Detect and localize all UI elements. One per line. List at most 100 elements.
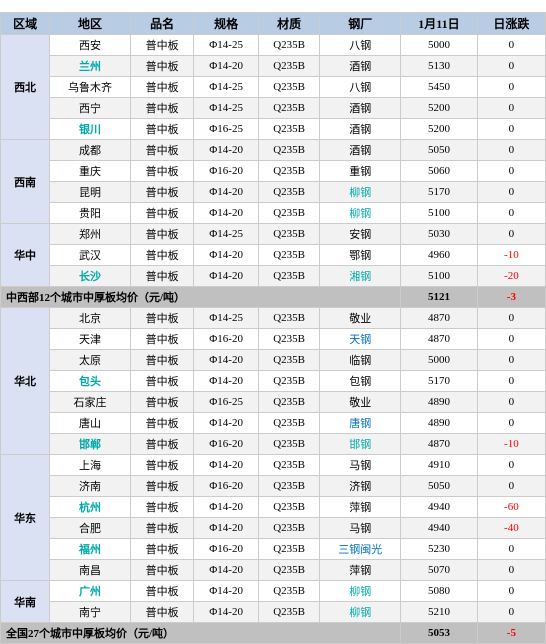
change-cell: 0 — [477, 560, 545, 581]
summary-price: 5121 — [401, 287, 478, 308]
table-row: 华东上海普中板Φ14-20Q235B马钢49100 — [1, 455, 546, 476]
change-cell: 0 — [477, 182, 545, 203]
column-header: 材质 — [258, 13, 319, 35]
product-cell: 普中板 — [130, 161, 193, 182]
material-cell: Q235B — [258, 119, 319, 140]
city-cell: 福州 — [50, 539, 131, 560]
column-header: 钢厂 — [320, 13, 401, 35]
steel-cell: 八钢 — [320, 35, 401, 56]
table-row: 南昌普中板Φ14-20Q235B萍钢50700 — [1, 560, 546, 581]
table-row: 兰州普中板Φ14-20Q235B酒钢51300 — [1, 56, 546, 77]
price-cell: 5100 — [401, 203, 478, 224]
table-row: 武汉普中板Φ14-20Q235B鄂钢4960-10 — [1, 245, 546, 266]
summary-label: 中西部12个城市中厚板均价（元/吨） — [1, 287, 401, 308]
price-cell: 4870 — [401, 308, 478, 329]
product-cell: 普中板 — [130, 371, 193, 392]
steel-cell: 临钢 — [320, 350, 401, 371]
change-cell: 0 — [477, 602, 545, 623]
price-cell: 4940 — [401, 497, 478, 518]
city-cell: 南昌 — [50, 560, 131, 581]
price-cell: 4960 — [401, 245, 478, 266]
price-cell: 5070 — [401, 560, 478, 581]
spec-cell: Φ16-20 — [194, 476, 259, 497]
price-cell: 4890 — [401, 392, 478, 413]
change-cell: 0 — [477, 224, 545, 245]
table-row: 杭州普中板Φ14-20Q235B萍钢4940-60 — [1, 497, 546, 518]
change-cell: -10 — [477, 245, 545, 266]
product-cell: 普中板 — [130, 119, 193, 140]
city-cell: 银川 — [50, 119, 131, 140]
product-cell: 普中板 — [130, 518, 193, 539]
material-cell: Q235B — [258, 329, 319, 350]
table-row: 乌鲁木齐普中板Φ14-25Q235B八钢54500 — [1, 77, 546, 98]
steel-cell: 柳钢 — [320, 203, 401, 224]
region-cell: 华东 — [1, 455, 50, 581]
price-cell: 5230 — [401, 539, 478, 560]
city-cell: 北京 — [50, 308, 131, 329]
product-cell: 普中板 — [130, 392, 193, 413]
product-cell: 普中板 — [130, 140, 193, 161]
steel-cell: 邯钢 — [320, 434, 401, 455]
price-cell: 4890 — [401, 413, 478, 434]
table-row: 唐山普中板Φ14-20Q235B唐钢48900 — [1, 413, 546, 434]
change-cell: 0 — [477, 98, 545, 119]
product-cell: 普中板 — [130, 203, 193, 224]
city-cell: 合肥 — [50, 518, 131, 539]
table-row: 天津普中板Φ16-20Q235B天钢48700 — [1, 329, 546, 350]
spec-cell: Φ14-20 — [194, 560, 259, 581]
table-row: 邯郸普中板Φ16-20Q235B邯钢4870-10 — [1, 434, 546, 455]
city-cell: 邯郸 — [50, 434, 131, 455]
spec-cell: Φ16-20 — [194, 434, 259, 455]
spec-cell: Φ14-20 — [194, 581, 259, 602]
summary-row: 全国27个城市中厚板均价（元/吨）5053-5 — [1, 623, 546, 644]
change-cell: 0 — [477, 413, 545, 434]
spec-cell: Φ16-25 — [194, 119, 259, 140]
spec-cell: Φ14-25 — [194, 77, 259, 98]
price-cell: 5080 — [401, 581, 478, 602]
city-cell: 济南 — [50, 476, 131, 497]
column-header: 1月11日 — [401, 13, 478, 35]
steel-cell: 八钢 — [320, 77, 401, 98]
price-cell: 5050 — [401, 140, 478, 161]
table-row: 包头普中板Φ14-20Q235B包钢51700 — [1, 371, 546, 392]
material-cell: Q235B — [258, 140, 319, 161]
product-cell: 普中板 — [130, 455, 193, 476]
product-cell: 普中板 — [130, 560, 193, 581]
summary-change: -3 — [477, 287, 545, 308]
product-cell: 普中板 — [130, 350, 193, 371]
table-row: 南宁普中板Φ14-20Q235B柳钢52100 — [1, 602, 546, 623]
change-cell: 0 — [477, 140, 545, 161]
product-cell: 普中板 — [130, 224, 193, 245]
change-cell: 0 — [477, 308, 545, 329]
spec-cell: Φ14-20 — [194, 140, 259, 161]
material-cell: Q235B — [258, 56, 319, 77]
city-cell: 广州 — [50, 581, 131, 602]
spec-cell: Φ14-20 — [194, 518, 259, 539]
price-cell: 5100 — [401, 266, 478, 287]
spec-cell: Φ16-20 — [194, 329, 259, 350]
price-cell: 5060 — [401, 161, 478, 182]
material-cell: Q235B — [258, 182, 319, 203]
product-cell: 普中板 — [130, 77, 193, 98]
product-cell: 普中板 — [130, 476, 193, 497]
steel-cell: 柳钢 — [320, 581, 401, 602]
price-cell: 5030 — [401, 224, 478, 245]
product-cell: 普中板 — [130, 98, 193, 119]
change-cell: 0 — [477, 539, 545, 560]
table-row: 银川普中板Φ16-25Q235B酒钢52000 — [1, 119, 546, 140]
column-header: 日涨跌 — [477, 13, 545, 35]
region-cell: 西北 — [1, 35, 50, 140]
product-cell: 普中板 — [130, 35, 193, 56]
city-cell: 贵阳 — [50, 203, 131, 224]
column-header: 规格 — [194, 13, 259, 35]
product-cell: 普中板 — [130, 539, 193, 560]
material-cell: Q235B — [258, 560, 319, 581]
steel-cell: 萍钢 — [320, 497, 401, 518]
material-cell: Q235B — [258, 497, 319, 518]
material-cell: Q235B — [258, 434, 319, 455]
city-cell: 重庆 — [50, 161, 131, 182]
main-title — [0, 0, 546, 12]
price-cell: 5450 — [401, 77, 478, 98]
price-cell: 4870 — [401, 434, 478, 455]
price-cell: 5170 — [401, 371, 478, 392]
